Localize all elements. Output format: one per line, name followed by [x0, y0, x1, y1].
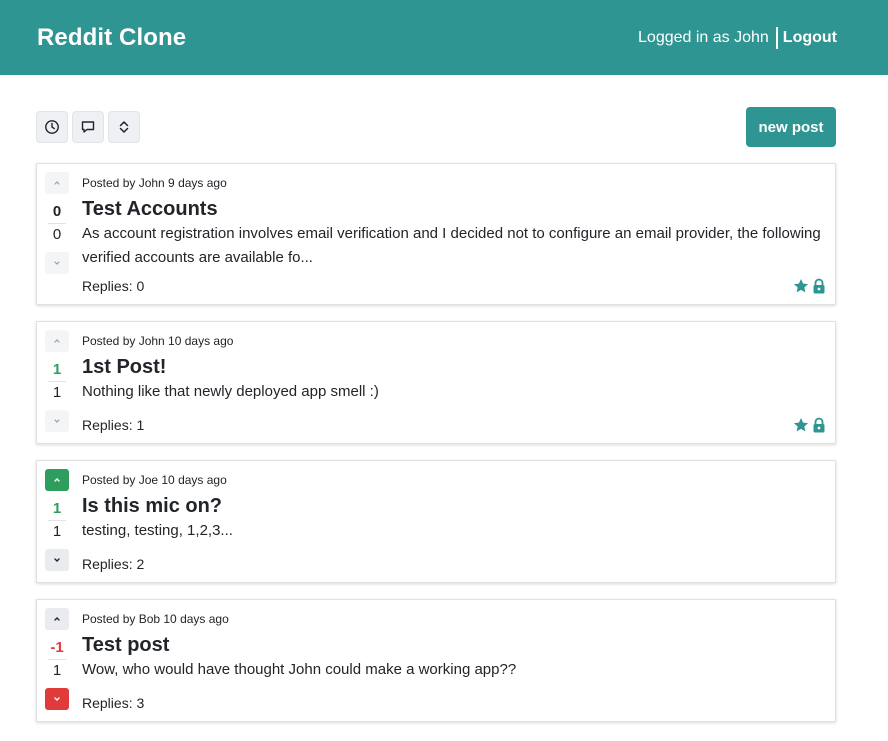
post-body: Posted by Bob 10 days ago Test post Wow,…: [82, 612, 827, 682]
post-card[interactable]: 0 0 Posted by John 9 days ago Test Accou…: [36, 163, 836, 305]
reply-count: 0: [48, 223, 66, 246]
vote-score: 1: [52, 361, 62, 378]
reply-count: 1: [48, 659, 66, 682]
chevron-down-icon: [54, 419, 60, 423]
upvote-button[interactable]: [45, 172, 69, 194]
upvote-button[interactable]: [45, 608, 69, 630]
post-body: Posted by John 10 days ago 1st Post! Not…: [82, 334, 827, 404]
chevron-down-icon: [54, 558, 60, 562]
post-title[interactable]: 1st Post!: [82, 355, 827, 379]
vote-column: -1 1: [45, 608, 69, 710]
downvote-button[interactable]: [45, 549, 69, 571]
chevron-up-icon: [54, 339, 60, 343]
post-meta: Posted by Joe 10 days ago: [82, 473, 227, 487]
vote-column: 1 1: [45, 469, 69, 571]
comment-icon: [81, 121, 95, 133]
lock-icon: [813, 417, 825, 433]
post-text: Nothing like that newly deployed app sme…: [82, 383, 379, 400]
post-badges: [793, 417, 827, 433]
downvote-button[interactable]: [45, 688, 69, 710]
sort-updown-icon: [119, 121, 129, 133]
navbar: Reddit Clone Logged in as John Logout: [0, 0, 888, 75]
vote-column: 0 0: [45, 172, 69, 274]
logout-link[interactable]: Logout: [775, 26, 837, 49]
sort-by-comments-button[interactable]: [72, 111, 104, 143]
post-text: testing, testing, 1,2,3...: [82, 522, 233, 539]
post-meta: Posted by John 9 days ago: [82, 176, 227, 190]
vote-column: 1 1: [45, 330, 69, 432]
chevron-up-icon: [54, 478, 60, 482]
post-title[interactable]: Test Accounts: [82, 197, 827, 221]
chevron-down-icon: [54, 261, 60, 265]
replies-link[interactable]: Replies: 3: [82, 695, 144, 711]
post-text: As account registration involves email v…: [82, 225, 821, 266]
post-title[interactable]: Test post: [82, 633, 827, 657]
lock-icon: [813, 278, 825, 294]
post-badges: [793, 278, 827, 294]
downvote-button[interactable]: [45, 252, 69, 274]
post-meta: Posted by Bob 10 days ago: [82, 612, 229, 626]
post-card[interactable]: -1 1 Posted by Bob 10 days ago Test post…: [36, 599, 836, 722]
upvote-button[interactable]: [45, 469, 69, 491]
toolbar: new post: [36, 107, 836, 147]
clock-icon: [45, 120, 59, 134]
chevron-up-icon: [54, 617, 60, 621]
post-title[interactable]: Is this mic on?: [82, 494, 827, 518]
post-card[interactable]: 1 1 Posted by Joe 10 days ago Is this mi…: [36, 460, 836, 583]
post-text: Wow, who would have thought John could m…: [82, 661, 517, 678]
replies-link[interactable]: Replies: 2: [82, 556, 144, 572]
brand-title[interactable]: Reddit Clone: [37, 24, 186, 52]
chevron-down-icon: [54, 697, 60, 701]
chevron-up-icon: [54, 181, 60, 185]
downvote-button[interactable]: [45, 410, 69, 432]
reply-count: 1: [48, 381, 66, 404]
post-card[interactable]: 1 1 Posted by John 10 days ago 1st Post!…: [36, 321, 836, 444]
vote-score: 1: [52, 500, 62, 517]
upvote-button[interactable]: [45, 330, 69, 352]
replies-link[interactable]: Replies: 1: [82, 417, 144, 433]
vote-score: -1: [50, 639, 64, 656]
replies-link[interactable]: Replies: 0: [82, 278, 144, 294]
user-area: Logged in as John Logout: [638, 26, 837, 49]
sort-by-votes-button[interactable]: [108, 111, 140, 143]
sort-by-new-button[interactable]: [36, 111, 68, 143]
post-body: Posted by John 9 days ago Test Accounts …: [82, 176, 827, 270]
vote-score: 0: [52, 203, 62, 220]
new-post-button[interactable]: new post: [746, 107, 836, 147]
logged-in-text: Logged in as John: [638, 28, 769, 46]
post-body: Posted by Joe 10 days ago Is this mic on…: [82, 473, 827, 543]
post-meta: Posted by John 10 days ago: [82, 334, 234, 348]
star-icon: [793, 418, 809, 432]
star-icon: [793, 279, 809, 293]
reply-count: 1: [48, 520, 66, 543]
